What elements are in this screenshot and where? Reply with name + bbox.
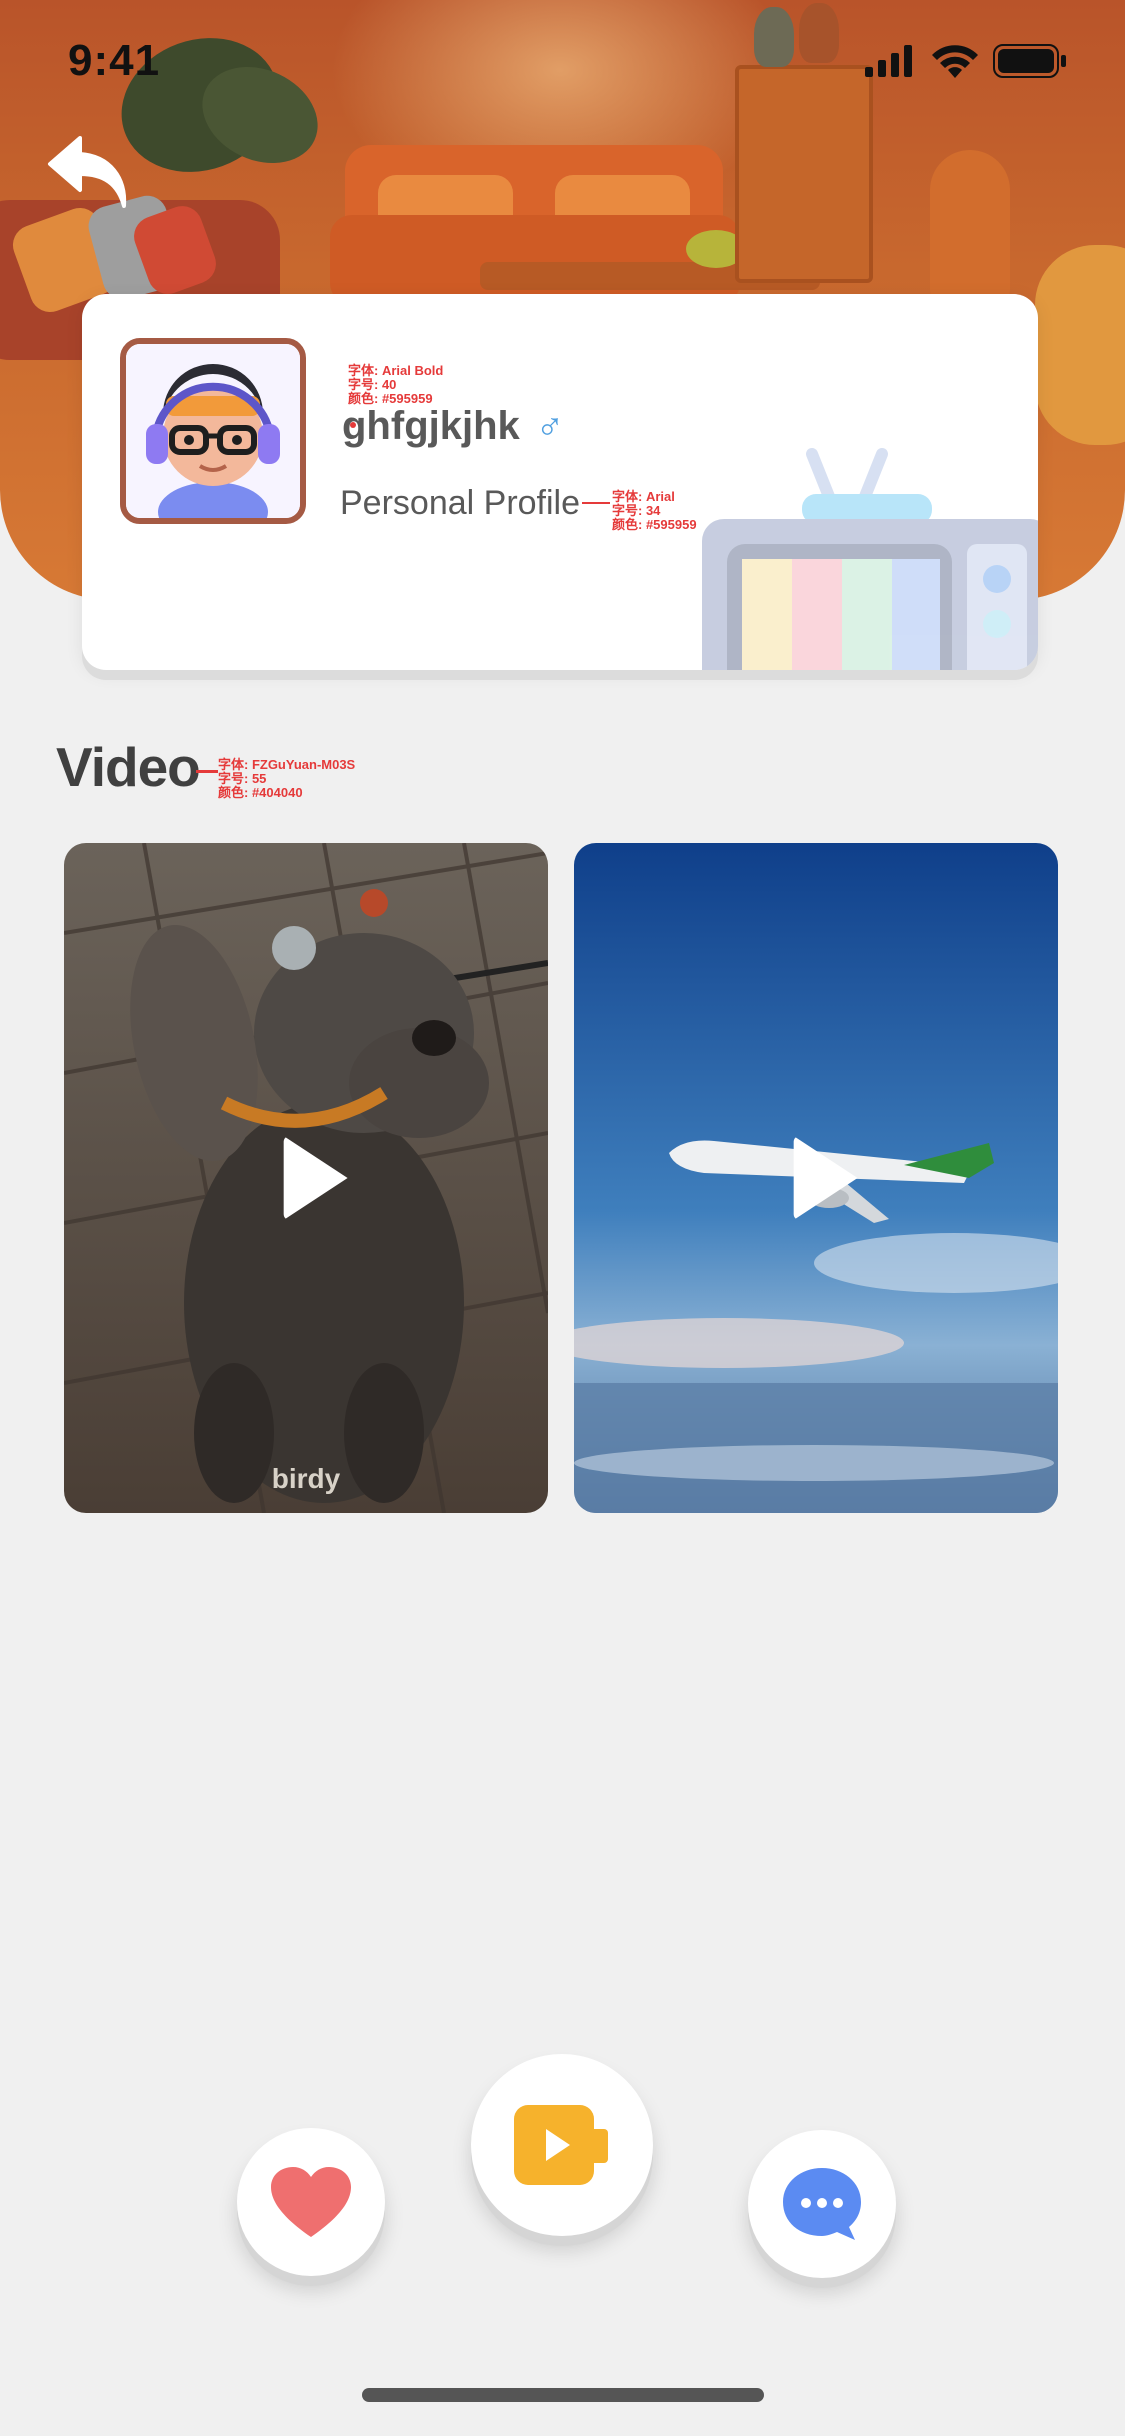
heart-icon — [271, 2167, 351, 2237]
name-annotation: 字体: Arial Bold 字号: 40 颜色: #595959 — [348, 363, 444, 406]
battery-icon — [993, 44, 1066, 78]
profile-subtitle: Personal Profile — [340, 484, 581, 522]
armchair-right — [1035, 245, 1125, 445]
lamp — [930, 150, 1010, 310]
video-camera-icon — [514, 2105, 608, 2185]
signal-icon — [865, 45, 912, 77]
male-gender-icon: ♂ — [535, 405, 565, 447]
video-card-dog[interactable]: birdy — [64, 843, 548, 1513]
video-caption: birdy — [271, 1463, 341, 1494]
avatar-character-icon — [126, 344, 300, 518]
cabinet — [735, 3, 873, 283]
wifi-icon — [932, 45, 978, 78]
status-icons — [865, 44, 1067, 78]
profile-card: ghfgjkjhk ♂ Personal Profile 字体: Arial B… — [82, 294, 1038, 670]
back-arrow-icon — [48, 136, 127, 208]
section-title-video: Video — [56, 736, 201, 798]
video-call-button[interactable] — [471, 2054, 653, 2236]
subtitle-annotation: 字体: Arial 字号: 34 颜色: #595959 — [612, 489, 697, 532]
like-button[interactable] — [237, 2128, 385, 2276]
play-icon — [283, 1136, 348, 1220]
video-card-airplane[interactable] — [574, 843, 1058, 1513]
television-icon — [702, 448, 1038, 670]
profile-name: ghfgjkjhk ♂ — [342, 404, 564, 449]
avatar[interactable] — [120, 338, 306, 524]
home-indicator[interactable] — [362, 2388, 764, 2402]
status-time: 9:41 — [68, 36, 161, 85]
back-button[interactable] — [46, 134, 136, 214]
profile-name-text: ghfgjkjhk — [342, 404, 520, 448]
play-icon — [793, 1136, 858, 1220]
chat-button[interactable] — [748, 2130, 896, 2278]
section-title-annotation: 字体: FZGuYuan-M03S 字号: 55 颜色: #404040 — [218, 757, 356, 800]
chat-bubble-icon — [783, 2168, 861, 2240]
